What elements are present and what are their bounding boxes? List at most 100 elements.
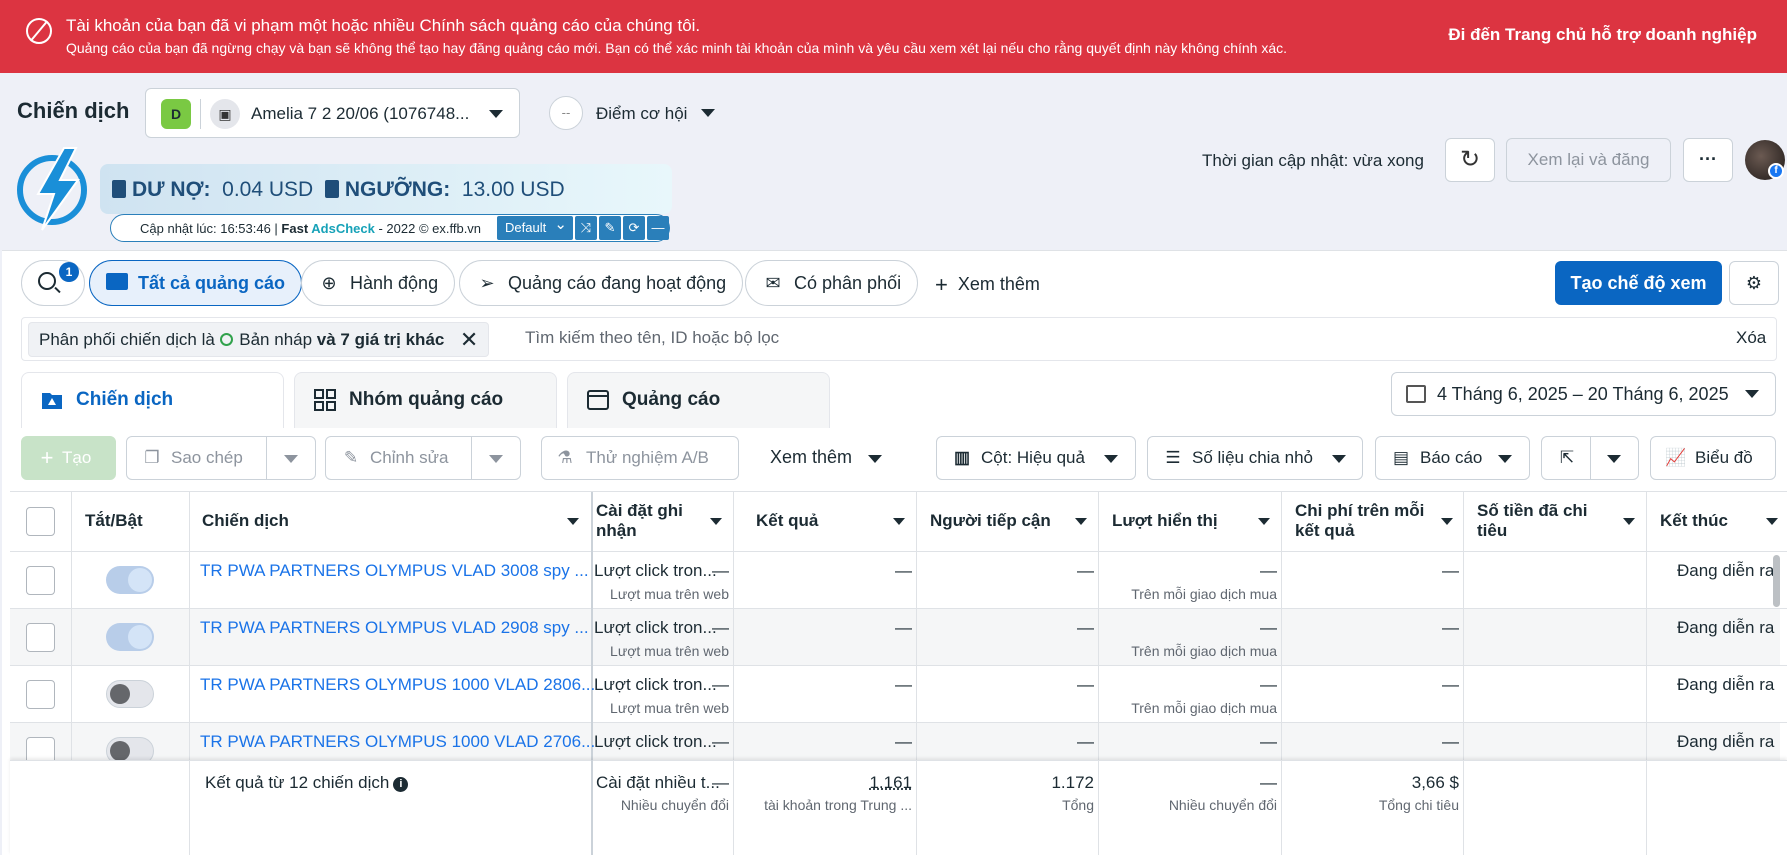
preset-select[interactable]: Default: [497, 213, 573, 240]
money-icon: [324, 180, 339, 198]
edit-dropdown[interactable]: [471, 436, 521, 480]
sliders-icon: ⚙: [1745, 273, 1763, 293]
tab-label: Nhóm quảng cáo: [349, 389, 504, 410]
attribution-cell: Lượt click tron...: [594, 732, 717, 751]
summary-reach[interactable]: 1.161: [869, 773, 912, 793]
sort-icon[interactable]: [1441, 518, 1453, 525]
account-badge: D: [161, 99, 191, 129]
sort-icon[interactable]: [567, 518, 579, 525]
duplicate-dropdown[interactable]: [266, 436, 316, 480]
chip-label: Hành động: [350, 273, 439, 293]
chip-active-ads[interactable]: ➢ Quảng cáo đang hoạt động: [459, 260, 744, 306]
line-chart-icon: 📈: [1665, 448, 1687, 467]
chart-label: Biểu đồ: [1695, 448, 1753, 467]
updated-suffix: - 2022 © ex.ffb.vn: [374, 221, 482, 236]
ab-test-button[interactable]: ⚗ Thử nghiệm A/B: [541, 436, 739, 480]
draft-status-icon: [219, 333, 233, 346]
chevron-down-icon[interactable]: [1607, 455, 1621, 463]
header-attribution[interactable]: Cài đặt ghi nhận: [596, 501, 683, 560]
duplicate-button[interactable]: ❐ Sao chép: [126, 436, 268, 480]
tab-campaigns[interactable]: Chiến dịch: [21, 372, 284, 428]
ad-account-selector[interactable]: D ▣ Amelia 7 2 20/06 (1076748...: [145, 88, 520, 138]
row-checkbox[interactable]: [26, 680, 55, 709]
sort-icon[interactable]: [1623, 518, 1635, 525]
chip-actions[interactable]: ⊕ Hành động: [301, 260, 456, 306]
chart-button[interactable]: 📈 Biểu đồ: [1650, 436, 1776, 480]
sort-icon[interactable]: [1766, 518, 1778, 525]
chevron-down-icon[interactable]: [701, 109, 715, 117]
minimize-icon[interactable]: —: [647, 216, 669, 240]
banner-title: Tài khoản của bạn đã vi phạm một hoặc nh…: [66, 16, 701, 35]
facebook-icon: f: [1768, 163, 1784, 179]
header-results[interactable]: Kết quả: [756, 511, 818, 570]
edit-icon[interactable]: ✎: [599, 216, 621, 240]
clear-filters-button[interactable]: Xóa: [1736, 328, 1766, 348]
header-impressions[interactable]: Lượt hiển thị: [1112, 511, 1218, 570]
create-view-button[interactable]: Tạo chế độ xem: [1555, 261, 1722, 305]
header-line: nhận: [596, 521, 637, 540]
tab-ads[interactable]: Quảng cáo: [567, 372, 830, 428]
header-reach[interactable]: Người tiếp cận: [930, 511, 1051, 570]
more-options-button[interactable]: ···: [1683, 138, 1733, 182]
opportunity-score-label[interactable]: Điểm cơ hội: [596, 104, 687, 124]
chevron-down-icon: [1498, 455, 1512, 463]
tab-label: Quảng cáo: [622, 389, 721, 410]
search-input[interactable]: Tìm kiếm theo tên, ID hoặc bộ lọc: [525, 328, 779, 348]
summary-attribution: Cài đặt nhiều t...: [596, 773, 720, 792]
cost-per-result-cell: —: [1260, 675, 1277, 694]
result-cell: —: [712, 561, 729, 580]
review-and-publish-button[interactable]: Xem lại và đăng: [1506, 138, 1671, 182]
tab-ad-sets[interactable]: Nhóm quảng cáo: [294, 372, 557, 428]
campaign-name-link[interactable]: TR PWA PARTNERS OLYMPUS VLAD 2908 spy ..…: [200, 618, 589, 638]
threshold-value: 13.00 USD: [461, 178, 565, 201]
filter-prefix: Phân phối chiến dịch là: [39, 330, 220, 349]
shuffle-icon[interactable]: ⤨: [575, 216, 597, 240]
campaign-toggle[interactable]: [106, 680, 154, 708]
columns-label: Cột: Hiệu quả: [981, 448, 1085, 467]
breakdown-button[interactable]: ☰ Số liệu chia nhỏ: [1147, 436, 1363, 480]
date-range-picker[interactable]: 4 Tháng 6, 2025 – 20 Tháng 6, 2025: [1391, 372, 1776, 416]
table-scrollbar[interactable]: [1773, 555, 1780, 607]
header-line: Cài đặt ghi: [596, 501, 683, 520]
edit-button[interactable]: ✎ Chỉnh sửa: [325, 436, 473, 480]
toolbar-more-button[interactable]: Xem thêm: [770, 447, 852, 468]
more-filters-label: Xem thêm: [957, 274, 1040, 294]
campaign-name-link[interactable]: TR PWA PARTNERS OLYMPUS 1000 VLAD 2806..…: [200, 675, 595, 695]
chevron-down-icon: [489, 110, 503, 118]
header-amount-spent[interactable]: Số tiền đã chi tiêu: [1477, 501, 1588, 560]
refresh-icon: ↻: [1459, 146, 1481, 173]
result-cell: —: [712, 732, 729, 751]
campaign-toggle[interactable]: [106, 623, 154, 651]
sync-icon[interactable]: ⟳: [623, 216, 645, 240]
refresh-button[interactable]: ↻: [1445, 138, 1495, 182]
chip-label: Có phân phối: [794, 273, 902, 293]
divider: [1281, 760, 1282, 855]
business-support-link[interactable]: Đi đến Trang chủ hỗ trợ doanh nghiệp: [1448, 25, 1757, 45]
date-range-label: 4 Tháng 6, 2025 – 20 Tháng 6, 2025: [1437, 384, 1729, 404]
active-filter-tag[interactable]: Phân phối chiến dịch là Bản nháp và 7 gi…: [28, 322, 490, 357]
sort-icon[interactable]: [710, 518, 722, 525]
attribution-cell: Lượt click tron...: [594, 618, 717, 637]
sort-icon[interactable]: [1075, 518, 1087, 525]
campaign-name-link[interactable]: TR PWA PARTNERS OLYMPUS 1000 VLAD 2706..…: [200, 732, 595, 752]
chip-delivering[interactable]: ✉ Có phân phối: [745, 260, 919, 306]
campaign-name-link[interactable]: TR PWA PARTNERS OLYMPUS VLAD 3008 spy ..…: [200, 561, 589, 581]
row-checkbox[interactable]: [26, 623, 55, 652]
create-button[interactable]: + Tạo: [21, 436, 116, 480]
chip-all-ads[interactable]: Tất cả quảng cáo: [89, 260, 303, 306]
close-icon[interactable]: ✕: [460, 323, 478, 356]
campaign-toggle[interactable]: [106, 566, 154, 594]
search-icon: [38, 272, 56, 290]
more-filters-button[interactable]: + Xem thêm: [935, 272, 1040, 298]
filter-settings-button[interactable]: ⚙: [1729, 261, 1779, 305]
select-all-checkbox[interactable]: [26, 507, 55, 536]
sort-icon[interactable]: [893, 518, 905, 525]
sort-icon[interactable]: [1258, 518, 1270, 525]
summary-label: Kết quả từ 12 chiến dịch i: [205, 773, 409, 793]
opportunity-score-icon[interactable]: --: [549, 96, 583, 130]
info-icon[interactable]: i: [393, 777, 409, 792]
filter-count-badge: 1: [59, 262, 79, 282]
row-checkbox[interactable]: [26, 566, 55, 595]
header-cost-per-result[interactable]: Chi phí trên mỗi kết quả: [1295, 501, 1424, 560]
account-card-icon: ▣: [210, 99, 240, 129]
